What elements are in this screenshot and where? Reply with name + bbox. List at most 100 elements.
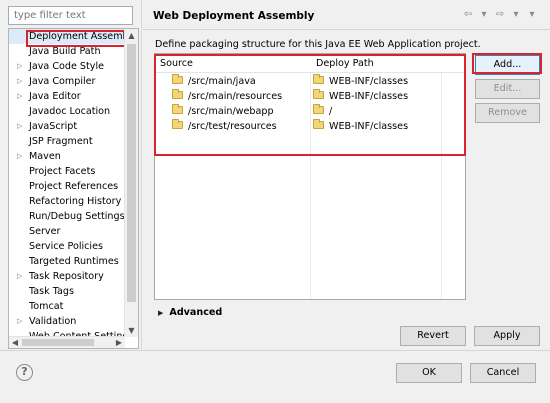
forward-icon[interactable]: ⇨ (494, 9, 506, 20)
sidebar-item[interactable]: ▷ Java Compiler (9, 74, 125, 89)
table-row[interactable]: /src/main/resources WEB-INF/classes (155, 88, 465, 104)
deploy-path: WEB-INF/classes (329, 91, 409, 102)
sidebar-item[interactable]: Javadoc Location (9, 104, 125, 119)
folder-icon (313, 74, 324, 84)
table-row[interactable]: /src/test/resources WEB-INF/classes (155, 118, 465, 134)
sidebar-item-label: Targeted Runtimes (29, 256, 119, 267)
sidebar-item-label: Task Tags (29, 286, 74, 297)
source-path: /src/main/webapp (188, 106, 274, 117)
scroll-thumb[interactable] (127, 44, 136, 302)
sidebar-item[interactable]: Tomcat (9, 299, 125, 314)
history-nav: ⇦ ▾ ⇨ ▾ ▾ (462, 9, 538, 20)
folder-icon (313, 104, 324, 114)
expand-arrow-icon[interactable]: ▷ (17, 59, 22, 74)
deploy-path-cell: WEB-INF/classes (313, 119, 408, 134)
advanced-label: Advanced (169, 307, 223, 318)
sidebar-item[interactable]: Deployment Assembl (9, 29, 125, 44)
scroll-left-icon[interactable]: ◀ (9, 337, 21, 348)
sidebar-item[interactable]: Server (9, 224, 125, 239)
sidebar-item-label: Java Editor (29, 91, 81, 102)
folder-icon (172, 104, 183, 114)
sidebar-item[interactable]: Java Build Path (9, 44, 125, 59)
sidebar-item[interactable]: ▷ Java Code Style (9, 59, 125, 74)
expand-arrow-icon[interactable]: ▷ (17, 119, 22, 134)
remove-button[interactable]: Remove (475, 103, 540, 123)
sidebar-item[interactable]: Project References (9, 179, 125, 194)
cancel-button[interactable]: Cancel (470, 363, 536, 383)
folder-icon (313, 89, 324, 99)
source-cell: /src/main/webapp (172, 104, 274, 119)
panel-divider[interactable] (141, 0, 142, 350)
back-menu-icon[interactable]: ▾ (478, 9, 490, 20)
hscroll-thumb[interactable] (22, 339, 94, 346)
sidebar-item-label: Maven (29, 151, 61, 162)
view-menu-icon[interactable]: ▾ (526, 9, 538, 20)
expand-arrow-icon[interactable]: ▷ (17, 74, 22, 89)
sidebar-item-label: Task Repository (29, 271, 104, 282)
sidebar-item[interactable]: ▷ JavaScript (9, 119, 125, 134)
sidebar-item-label: Java Code Style (29, 61, 105, 72)
tree-horizontal-scrollbar[interactable]: ◀ ▶ (9, 336, 125, 348)
back-icon[interactable]: ⇦ (462, 9, 474, 20)
expand-triangle-icon: ▶ (158, 309, 164, 317)
sidebar-item[interactable]: Task Tags (9, 284, 125, 299)
revert-button[interactable]: Revert (400, 326, 466, 346)
source-path: /src/main/java (188, 76, 256, 87)
page-header: Web Deployment Assembly ⇦ ▾ ⇨ ▾ ▾ (143, 0, 550, 30)
folder-icon (172, 74, 183, 84)
forward-menu-icon[interactable]: ▾ (510, 9, 522, 20)
sidebar-item[interactable]: ▷ Task Repository (9, 269, 125, 284)
folder-icon (313, 119, 324, 129)
sidebar-item[interactable]: Run/Debug Settings (9, 209, 125, 224)
scroll-up-icon[interactable]: ▲ (125, 29, 138, 42)
scroll-down-icon[interactable]: ▼ (125, 324, 138, 337)
tree-vertical-scrollbar[interactable]: ▲ ▼ (124, 29, 138, 337)
help-icon[interactable]: ? (16, 364, 33, 381)
edit-button[interactable]: Edit... (475, 79, 540, 99)
expand-arrow-icon[interactable]: ▷ (17, 149, 22, 164)
sidebar-item-label: Validation (29, 316, 77, 327)
footer-separator (0, 350, 550, 351)
sidebar-item[interactable]: ▷ Java Editor (9, 89, 125, 104)
apply-button[interactable]: Apply (474, 326, 540, 346)
filter-input[interactable]: type filter text (8, 6, 133, 25)
scroll-right-icon[interactable]: ▶ (113, 337, 125, 348)
sidebar-item-label: Java Build Path (29, 46, 101, 57)
sidebar-item-label: Tomcat (29, 301, 64, 312)
ok-button[interactable]: OK (396, 363, 462, 383)
sidebar-item-label: Deployment Assembl (29, 31, 125, 42)
sidebar-item-label: JSP Fragment (29, 136, 93, 147)
expand-arrow-icon[interactable]: ▷ (17, 269, 22, 284)
expand-arrow-icon[interactable]: ▷ (17, 89, 22, 104)
add-button[interactable]: Add... (475, 55, 540, 75)
source-cell: /src/test/resources (172, 119, 277, 134)
page-title: Web Deployment Assembly (153, 10, 315, 22)
expand-arrow-icon[interactable]: ▷ (17, 314, 22, 329)
properties-tree[interactable]: Deployment Assembl Java Build Path ▷ Java C… (8, 28, 139, 349)
page-description: Define packaging structure for this Java… (155, 39, 481, 50)
column-header-source[interactable]: Source (160, 58, 193, 69)
sidebar-item-label: Project Facets (29, 166, 96, 177)
sidebar-item-label: JavaScript (29, 121, 78, 132)
sidebar-item[interactable]: ▷ Maven (9, 149, 125, 164)
sidebar-item[interactable]: Refactoring History (9, 194, 125, 209)
deployment-assembly-table[interactable]: Source ^ Deploy Path /src/main/java WEB-I… (154, 53, 466, 300)
sidebar-item-label: Server (29, 226, 61, 237)
source-path: /src/test/resources (188, 121, 277, 132)
source-cell: /src/main/java (172, 74, 256, 89)
preferences-nav-panel: type filter text Deployment Assembl Java … (8, 6, 139, 350)
folder-icon (172, 119, 183, 129)
advanced-section-toggle[interactable]: ▶ Advanced (158, 307, 222, 318)
column-header-deploy-path[interactable]: Deploy Path (316, 58, 374, 69)
table-row[interactable]: /src/main/webapp / (155, 103, 465, 119)
sidebar-item[interactable]: Targeted Runtimes (9, 254, 125, 269)
sidebar-item[interactable]: ▷ Validation (9, 314, 125, 329)
sidebar-item[interactable]: JSP Fragment (9, 134, 125, 149)
deploy-path: / (329, 106, 333, 117)
sidebar-item[interactable]: Service Policies (9, 239, 125, 254)
table-row[interactable]: /src/main/java WEB-INF/classes (155, 73, 465, 89)
deploy-path: WEB-INF/classes (329, 76, 409, 87)
sidebar-item[interactable]: Project Facets (9, 164, 125, 179)
table-header: Source ^ Deploy Path (155, 54, 465, 73)
sidebar-item-label: Javadoc Location (29, 106, 111, 117)
